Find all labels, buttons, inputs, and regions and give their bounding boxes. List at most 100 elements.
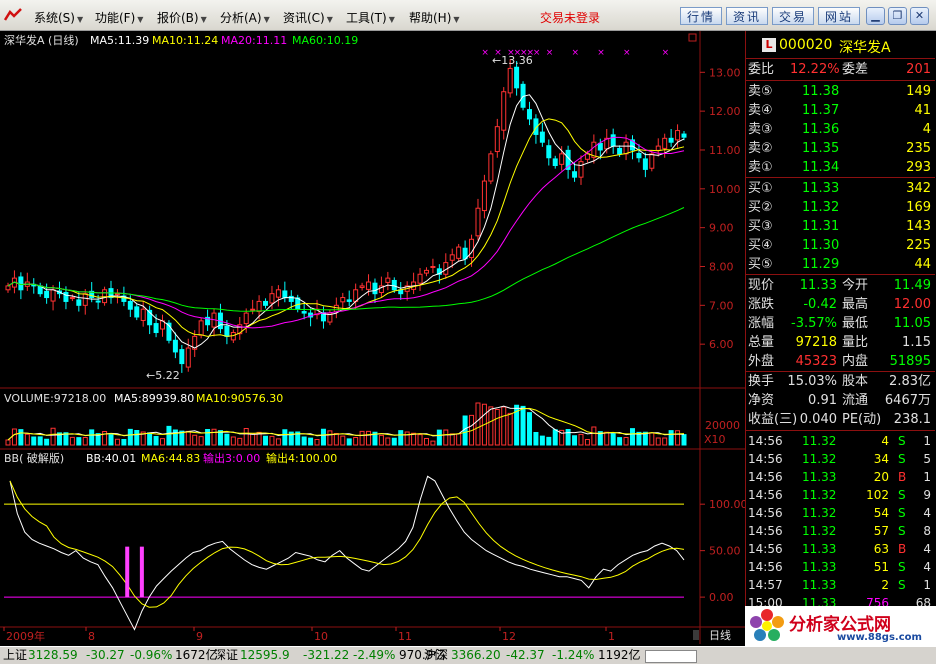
menu-system[interactable]: 系统(S) ▼ bbox=[34, 9, 83, 26]
candle-body bbox=[366, 281, 372, 290]
sell-order-row[interactable]: 卖③ 11.36 4 bbox=[746, 120, 935, 139]
volume-bar bbox=[346, 438, 352, 446]
toolbar-trade-button[interactable]: 交易 bbox=[772, 7, 815, 25]
stat-value: 51895 bbox=[889, 354, 931, 369]
tick-row[interactable]: 14:56 11.32 4 S 1 bbox=[746, 432, 935, 450]
tick-volume: 34 bbox=[873, 452, 889, 466]
price-tick-label: 9.00 bbox=[709, 222, 734, 235]
stat-value: 1.15 bbox=[902, 335, 931, 350]
candle-body bbox=[391, 279, 397, 291]
volume-bar bbox=[552, 429, 558, 446]
volume-bar bbox=[224, 433, 230, 446]
stat-row[interactable]: 总量 97218 量比 1.15 bbox=[746, 333, 935, 352]
sell-order-row[interactable]: 卖① 11.34 293 bbox=[746, 158, 935, 177]
stat-value: 12.00 bbox=[893, 297, 931, 312]
restore-icon[interactable]: ❐ bbox=[888, 7, 907, 25]
volume-bar bbox=[18, 429, 24, 446]
tick-row[interactable]: 14:56 11.32 34 S 5 bbox=[746, 450, 935, 468]
volume-bar bbox=[488, 406, 494, 446]
buy-volume: 44 bbox=[914, 257, 931, 272]
candle-body bbox=[430, 265, 436, 268]
volume-bar bbox=[211, 428, 217, 446]
candle-body bbox=[250, 308, 256, 311]
toolbar-info-button[interactable]: 资讯 bbox=[726, 7, 769, 25]
buy-order-row[interactable]: 买④ 11.30 225 bbox=[746, 236, 935, 255]
toolbar-quote-button[interactable]: 行情 bbox=[680, 7, 723, 25]
app-logo-icon[interactable] bbox=[4, 8, 22, 22]
candle-body bbox=[475, 207, 481, 237]
stock-code[interactable]: 000020 bbox=[779, 37, 832, 53]
candle-body bbox=[243, 312, 249, 325]
tick-row[interactable]: 14:56 11.32 102 S 9 bbox=[746, 486, 935, 504]
buy-order-row[interactable]: 买③ 11.31 143 bbox=[746, 217, 935, 236]
bb-value-label: BB:40.01 bbox=[86, 452, 136, 465]
toolbar-website-button[interactable]: 网站 bbox=[818, 7, 861, 25]
candle-body bbox=[423, 269, 429, 274]
tick-row[interactable]: 14:57 11.33 2 S 1 bbox=[746, 576, 935, 594]
volume-bar bbox=[243, 428, 249, 446]
sell-order-row[interactable]: 卖② 11.35 235 bbox=[746, 139, 935, 158]
tick-count: 1 bbox=[923, 578, 931, 592]
stat-row[interactable]: 现价 11.33 今开 11.49 bbox=[746, 276, 935, 295]
menu-analysis[interactable]: 分析(A) ▼ bbox=[220, 9, 270, 26]
hs-index[interactable]: 3366.20 bbox=[451, 647, 501, 664]
ma10-label: MA10:11.24 bbox=[152, 34, 218, 47]
tick-row[interactable]: 14:56 11.32 57 S 8 bbox=[746, 522, 935, 540]
menu-help[interactable]: 帮助(H) ▼ bbox=[409, 9, 460, 26]
menu-arrow-icon: ▼ bbox=[200, 15, 207, 24]
sell-order-row[interactable]: 卖⑤ 11.38 149 bbox=[746, 82, 935, 101]
menu-info[interactable]: 资讯(C) ▼ bbox=[283, 9, 333, 26]
tick-row[interactable]: 14:56 11.33 51 S 4 bbox=[746, 558, 935, 576]
stat-row[interactable]: 外盘 45323 内盘 51895 bbox=[746, 352, 935, 371]
sh-index[interactable]: 3128.59 bbox=[28, 647, 78, 664]
candle-body bbox=[114, 293, 120, 296]
volume-bar bbox=[456, 433, 462, 446]
tick-row[interactable]: 14:56 11.33 63 B 4 bbox=[746, 540, 935, 558]
signal-x-mark: × bbox=[572, 48, 580, 58]
bb-tick-label: 50.00 bbox=[709, 545, 741, 558]
close-icon[interactable]: ✕ bbox=[910, 7, 929, 25]
date-tick-label: 2009年 bbox=[6, 629, 45, 643]
sell-price: 11.35 bbox=[802, 141, 840, 156]
menu-quote[interactable]: 报价(B) ▼ bbox=[157, 9, 207, 26]
volume-bar bbox=[591, 426, 597, 446]
buy-order-row[interactable]: 买② 11.32 169 bbox=[746, 198, 935, 217]
period-label[interactable]: 日线 bbox=[709, 628, 731, 642]
tick-row[interactable]: 14:56 11.32 54 S 4 bbox=[746, 504, 935, 522]
ma5-label: MA5:11.39 bbox=[90, 34, 149, 47]
fin-row[interactable]: 收益(三) 0.040 PE(动) 238.1 bbox=[746, 410, 935, 429]
minimize-icon[interactable]: ▁ bbox=[866, 7, 885, 25]
chart-scroll-handle[interactable] bbox=[693, 630, 699, 640]
candle-body bbox=[333, 304, 339, 313]
volume-bar bbox=[44, 438, 50, 446]
candle-body bbox=[636, 152, 642, 159]
stat-value: -3.57% bbox=[791, 316, 837, 331]
sell-order-row[interactable]: 卖④ 11.37 41 bbox=[746, 101, 935, 120]
sell-volume: 235 bbox=[906, 141, 931, 156]
hs-amount: 1192亿 bbox=[598, 648, 641, 662]
sz-index[interactable]: 12595.9 bbox=[240, 647, 290, 664]
fin-row[interactable]: 净资 0.91 流通 6467万 bbox=[746, 391, 935, 410]
stat-label: 总量 bbox=[748, 335, 775, 350]
candle-body bbox=[50, 289, 56, 302]
volume-bar bbox=[314, 439, 320, 446]
tick-row[interactable]: 14:56 11.33 20 B 1 bbox=[746, 468, 935, 486]
trade-login-status[interactable]: 交易未登录 bbox=[540, 9, 600, 26]
stat-row[interactable]: 涨幅 -3.57% 最低 11.05 bbox=[746, 314, 935, 333]
stat-row[interactable]: 涨跌 -0.42 最高 12.00 bbox=[746, 295, 935, 314]
volume-bar bbox=[275, 438, 281, 446]
buy-order-row[interactable]: 买① 11.33 342 bbox=[746, 179, 935, 198]
menu-function[interactable]: 功能(F) ▼ bbox=[95, 9, 143, 26]
weicha-label: 委差 bbox=[842, 62, 869, 77]
buy-order-row[interactable]: 买⑤ 11.29 44 bbox=[746, 255, 935, 274]
fin-row[interactable]: 换手 15.03% 股本 2.83亿 bbox=[746, 372, 935, 391]
tick-price: 11.33 bbox=[802, 470, 837, 484]
volume-bar bbox=[11, 428, 17, 446]
quote-panel: L 000020 深华发A 委比 12.22% 委差 201 卖⑤ 11.38 14… bbox=[745, 31, 936, 644]
stock-name[interactable]: 深华发A bbox=[839, 37, 891, 57]
volume-bar bbox=[565, 429, 571, 446]
candle-body bbox=[597, 142, 603, 151]
menu-tools[interactable]: 工具(T) ▼ bbox=[346, 9, 395, 26]
kline-chart[interactable]: 深华发A (日线) MA5:11.39 MA10:11.24 MA20:11.1… bbox=[0, 31, 745, 644]
date-tick-label: 11 bbox=[398, 630, 412, 643]
